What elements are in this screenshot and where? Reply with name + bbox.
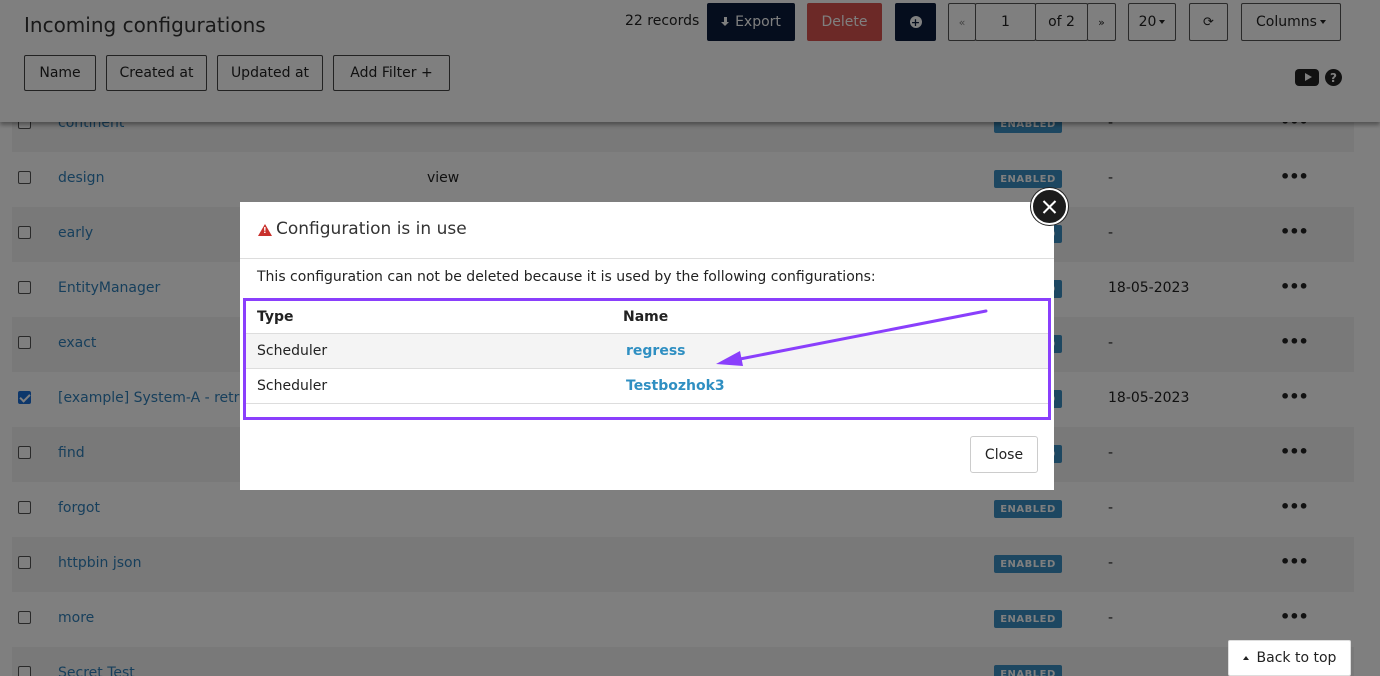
in-use-modal: Configuration is in use This configurati… <box>240 202 1054 490</box>
warning-icon <box>258 224 272 236</box>
dependency-type: Scheduler <box>257 378 328 394</box>
dependency-type: Scheduler <box>257 343 328 359</box>
dependency-link[interactable]: Testbozhok3 <box>626 378 725 394</box>
column-header-name: Name <box>623 309 669 325</box>
column-header-type: Type <box>257 309 294 325</box>
back-to-top-button[interactable]: Back to top <box>1228 640 1351 676</box>
dependencies-table: Type Name Scheduler regress Scheduler Te… <box>243 298 1051 420</box>
back-to-top-label: Back to top <box>1256 650 1337 666</box>
table-row-empty <box>246 403 1048 417</box>
table-row: Scheduler regress <box>246 333 1048 369</box>
modal-header: Configuration is in use <box>240 202 1054 259</box>
chevron-up-icon <box>1242 656 1249 660</box>
close-button[interactable]: Close <box>970 436 1038 473</box>
modal-title: Configuration is in use <box>276 219 467 239</box>
modal-message: This configuration can not be deleted be… <box>257 269 876 285</box>
close-icon[interactable] <box>1031 188 1068 225</box>
dependency-link[interactable]: regress <box>626 343 686 359</box>
table-row: Scheduler Testbozhok3 <box>246 368 1048 404</box>
